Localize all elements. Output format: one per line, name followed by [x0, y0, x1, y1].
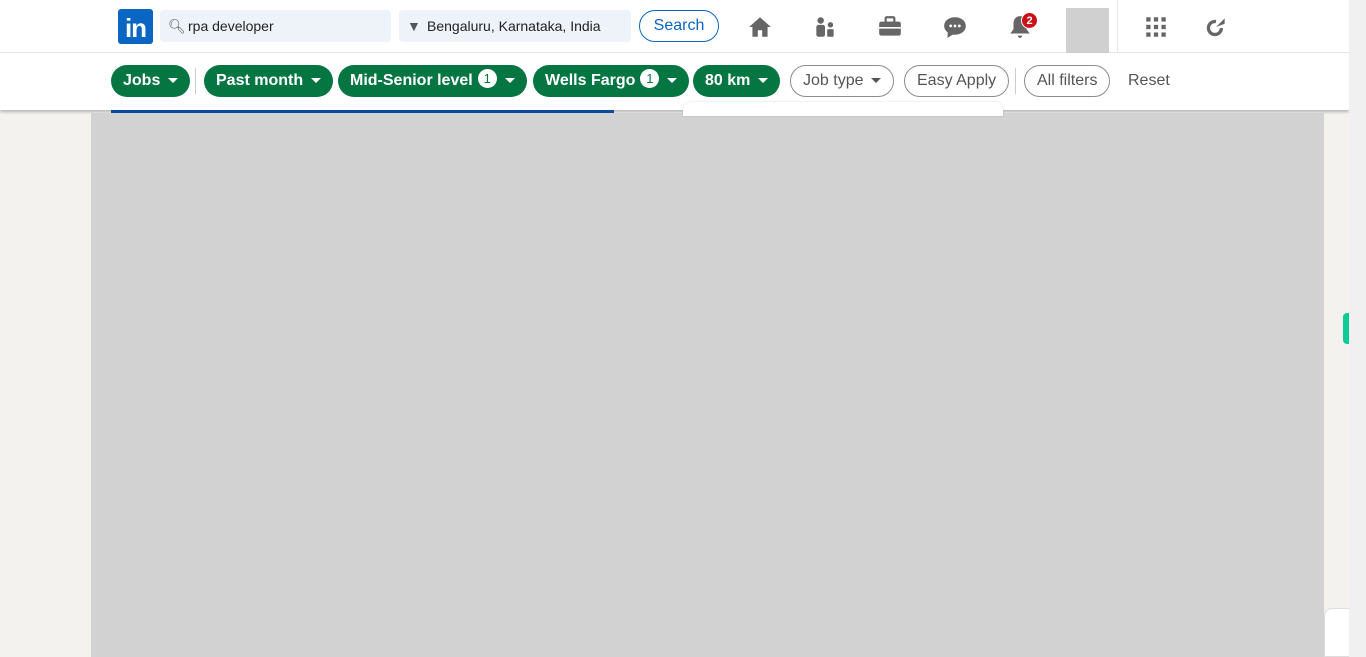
search-input[interactable]: 🔍︎ rpa developer — [160, 10, 391, 42]
filter-label: Jobs — [123, 72, 161, 89]
filter-experience-level[interactable]: Mid-Senior level 1 — [338, 65, 527, 97]
job-results-placeholder — [91, 113, 1324, 657]
caret-down-icon — [667, 78, 678, 84]
notifications-badge: 2 — [1021, 12, 1038, 29]
filter-distance[interactable]: 80 km — [693, 65, 781, 97]
filter-label: Easy Apply — [917, 72, 997, 89]
avatar[interactable] — [1066, 8, 1109, 53]
filter-label: 80 km — [705, 72, 751, 89]
divider — [1117, 0, 1118, 53]
filter-label: Wells Fargo — [545, 72, 636, 89]
jobs-icon[interactable] — [877, 14, 903, 40]
caret-down-icon — [168, 78, 179, 84]
loading-indicator — [111, 110, 614, 113]
scrollbar[interactable] — [1349, 0, 1366, 657]
caret-down-icon — [311, 78, 322, 84]
messaging-icon[interactable] — [942, 14, 968, 40]
search-button[interactable]: Search — [639, 10, 719, 42]
reset-button[interactable]: Reset — [1128, 72, 1170, 90]
caret-down-icon — [504, 78, 515, 84]
divider — [1015, 68, 1016, 94]
filter-label: Job type — [803, 72, 864, 89]
filter-company[interactable]: Wells Fargo 1 — [533, 65, 690, 97]
divider — [195, 68, 196, 94]
all-filters-button[interactable]: All filters — [1024, 65, 1111, 97]
filter-label: Past month — [216, 72, 304, 89]
premium-icon[interactable] — [1203, 14, 1229, 40]
location-input[interactable]: ▼ Bengaluru, Karnataka, India — [399, 10, 631, 42]
home-icon[interactable] — [747, 14, 773, 40]
filter-count: 1 — [477, 69, 497, 88]
filter-jobs[interactable]: Jobs — [111, 65, 191, 97]
filter-label: All filters — [1037, 72, 1098, 89]
apps-grid-icon[interactable] — [1143, 14, 1169, 40]
linkedin-logo[interactable]: in — [118, 9, 153, 44]
messaging-overlay[interactable] — [1324, 608, 1349, 657]
filter-easy-apply[interactable]: Easy Apply — [904, 65, 1010, 97]
caret-down-icon — [871, 78, 882, 84]
distance-dropdown — [683, 102, 1003, 116]
global-nav: in 🔍︎ rpa developer ▼ Bengaluru, Karnataka… — [0, 0, 1349, 53]
location-pin-icon: ▼ — [407, 18, 421, 34]
filter-label: Mid-Senior level — [350, 72, 473, 89]
caret-down-icon — [758, 78, 769, 84]
filter-job-type[interactable]: Job type — [790, 65, 895, 97]
filter-date-posted[interactable]: Past month — [204, 65, 334, 97]
my-network-icon[interactable] — [812, 14, 838, 40]
filter-count: 1 — [640, 69, 660, 88]
search-icon: 🔍︎ — [168, 18, 186, 34]
